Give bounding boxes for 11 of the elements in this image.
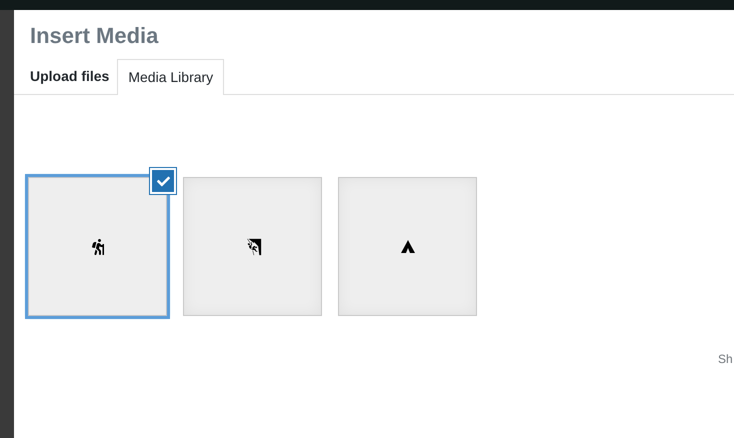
check-badge[interactable] — [150, 168, 176, 194]
media-thumbnail[interactable] — [183, 177, 322, 316]
tent-icon — [400, 240, 414, 254]
sidebar-text: Sh — [718, 352, 733, 366]
tab[interactable]: Upload files — [22, 58, 118, 94]
check-icon — [156, 174, 170, 188]
tab[interactable]: Media Library — [117, 59, 224, 95]
dialog-title: Insert Media — [30, 24, 160, 48]
hiker-icon — [90, 238, 104, 254]
media-thumbnail[interactable] — [28, 177, 167, 316]
media-thumbnail[interactable] — [338, 177, 477, 316]
